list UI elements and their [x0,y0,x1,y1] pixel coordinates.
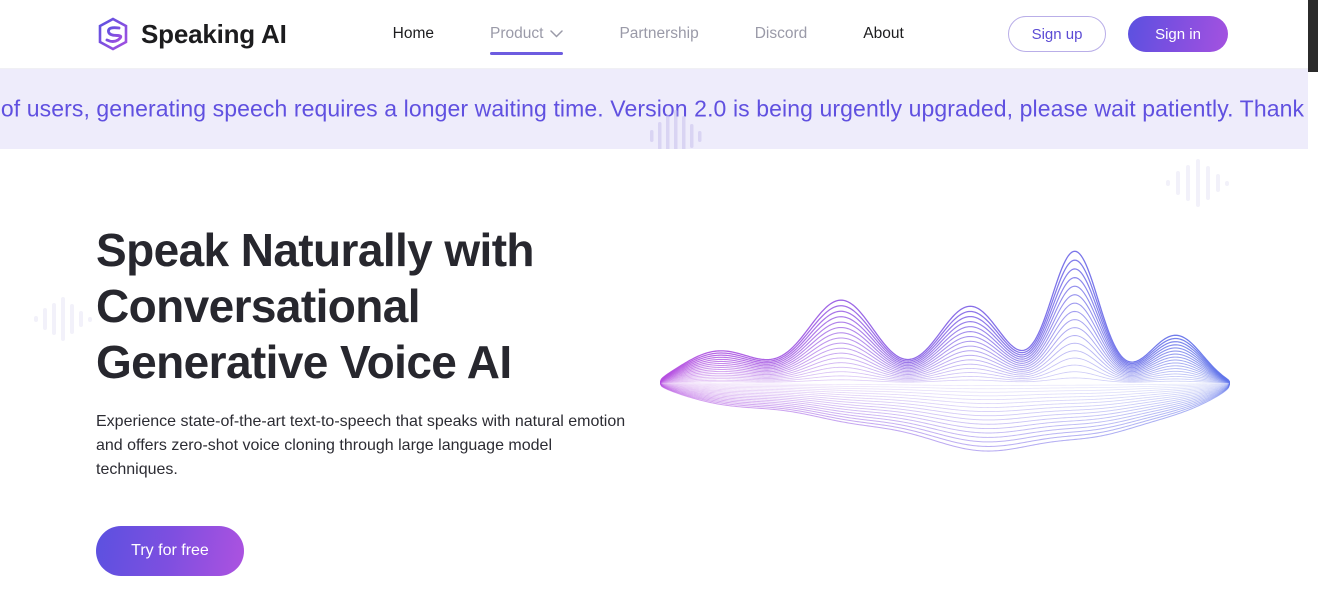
chevron-down-icon [550,30,564,38]
page-scrollbar-thumb[interactable] [1308,0,1318,72]
main-navigation: Home Product Partnership Discord About [365,10,932,58]
brand-logo-link[interactable]: Speaking AI [96,17,287,51]
hexagon-s-logo-icon [98,17,128,51]
hero-copy: Speak Naturally with Conversational Genera… [96,222,656,576]
equalizer-bars-icon [648,110,706,149]
equalizer-bars-icon [1164,157,1230,214]
hero-section: Speak Naturally with Conversational Genera… [0,149,1308,597]
nav-item-label: Product [490,25,544,42]
nav-item-label: Discord [754,25,808,42]
sign-up-button[interactable]: Sign up [1008,16,1106,52]
sign-in-button[interactable]: Sign in [1128,16,1228,52]
waveform-svg [659,250,1231,452]
nav-active-underline [490,52,564,55]
brand-name: Speaking AI [141,18,287,49]
auth-actions: Sign up Sign in [1008,16,1228,52]
page-title: Speak Naturally with Conversational Genera… [96,224,535,388]
page-scrollbar-track[interactable] [1308,0,1318,597]
announcement-banner: Due to the large number of users, genera… [0,69,1308,149]
nav-item-discord[interactable]: Discord [727,10,836,58]
hero-subtitle: Experience state-of-the-art text-to-spee… [96,413,626,478]
nav-item-about[interactable]: About [835,10,932,58]
nav-item-product[interactable]: Product [462,10,591,58]
site-header: Speaking AI Home Product Partnership Dis… [0,0,1308,69]
nav-item-home[interactable]: Home [365,10,462,58]
nav-item-partnership[interactable]: Partnership [591,10,726,58]
nav-item-label: About [863,25,904,42]
audio-waveform-illustration [659,215,1231,455]
nav-item-label: Partnership [619,25,699,42]
equalizer-bars-icon [32,295,94,348]
page-root: Speaking AI Home Product Partnership Dis… [0,0,1318,597]
nav-item-label: Home [392,25,435,42]
try-for-free-button[interactable]: Try for free [96,526,244,576]
